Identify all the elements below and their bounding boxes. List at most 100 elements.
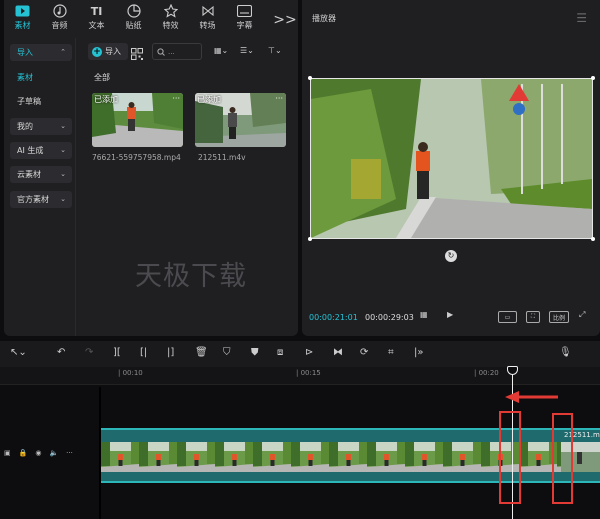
eye-icon[interactable]: ◉ xyxy=(35,449,41,457)
preview-frame-image xyxy=(311,79,592,238)
text-icon: TI xyxy=(90,4,103,18)
filmstrip-frame xyxy=(215,442,253,472)
mirror-icon[interactable]: ⧓ xyxy=(333,347,343,358)
play-circle-icon[interactable]: ⊳ xyxy=(305,347,313,358)
resize-handle[interactable] xyxy=(308,76,312,80)
view-mode-button[interactable]: ▦⌄ xyxy=(214,46,228,55)
sort-button[interactable]: ☰⌄ xyxy=(240,46,254,55)
filmstrip-frame xyxy=(443,442,481,472)
filter-button[interactable]: ⊤⌄ xyxy=(268,46,282,55)
chevron-up-icon: ⌃ xyxy=(60,48,66,56)
redo-icon[interactable]: ↷ xyxy=(85,347,93,358)
freeze-frame-icon[interactable]: ⧈ xyxy=(277,347,283,358)
plus-icon: + xyxy=(92,46,102,57)
shield-check-icon[interactable]: ⛉ xyxy=(223,347,231,358)
more-tools-icon[interactable]: |» xyxy=(414,347,424,358)
clip-filmstrip xyxy=(101,442,595,472)
sidebar-item-official[interactable]: 官方素材 ⌄ xyxy=(10,191,72,208)
red-arrow-annotation xyxy=(505,391,558,403)
transition-icon xyxy=(200,4,215,18)
expand-icon[interactable]: ⤢ xyxy=(579,310,585,320)
tab-media[interactable]: 素材 xyxy=(4,0,41,34)
menu-icon[interactable]: ☰ xyxy=(576,11,587,25)
sidebar-item-cloud[interactable]: 云素材 ⌄ xyxy=(10,166,72,183)
tabs-more-button[interactable]: >> xyxy=(273,0,297,34)
split-right-icon[interactable]: |] xyxy=(167,347,174,358)
filmstrip-frame xyxy=(405,442,443,472)
volume-icon[interactable]: 🔈 xyxy=(49,449,58,457)
app-root: 素材 音频 TI 文本 贴纸 特效 转场 字幕 >> 导入 ⌃ 素材 子草稿 我… xyxy=(0,0,600,519)
resize-handle[interactable] xyxy=(591,76,595,80)
ratio-button[interactable]: 比例 xyxy=(549,311,569,323)
tab-label: 转场 xyxy=(199,21,216,30)
fullscreen-focus-icon[interactable]: ⛶ xyxy=(526,311,540,323)
tab-label: 字幕 xyxy=(236,21,253,30)
sidebar-item-media[interactable]: 素材 xyxy=(10,69,72,86)
tab-text[interactable]: TI 文本 xyxy=(78,0,115,34)
undo-icon[interactable]: ↶ xyxy=(57,347,65,358)
sidebar-item-label: 我的 xyxy=(17,122,33,131)
rotate-icon[interactable]: ↻ xyxy=(445,250,457,262)
more-dots-icon[interactable]: ··· xyxy=(172,94,180,103)
media-thumbnail[interactable]: 已添加 ··· xyxy=(92,93,183,147)
filmstrip-frame xyxy=(291,442,329,472)
sidebar-item-draft[interactable]: 子草稿 xyxy=(10,93,72,110)
sidebar-item-mine[interactable]: 我的 ⌄ xyxy=(10,118,72,135)
resize-handle[interactable] xyxy=(591,237,595,241)
current-timecode: 00:00:21:01 xyxy=(309,313,358,322)
lock-icon[interactable]: 🔒 xyxy=(19,449,28,457)
split-left-icon[interactable]: [| xyxy=(140,347,147,358)
timeline-toolbar: ↖⌄ ↶ ↷ ][ [| |] 🗑 ⛉ ⛊ ⧈ ⊳ ⧓ ⟳ ⌗ |» 🎙 xyxy=(0,341,600,367)
select-cursor-icon[interactable]: ↖⌄ xyxy=(10,347,27,358)
quality-button[interactable]: ▭ xyxy=(498,311,517,323)
tab-label: 音频 xyxy=(51,21,68,30)
media-filename: 76621-559757958.mp4 xyxy=(92,153,181,162)
more-dots-icon[interactable]: ··· xyxy=(66,449,73,457)
filmstrip-frame xyxy=(329,442,367,472)
timeline-grid-icon[interactable]: ▦ xyxy=(420,310,428,319)
sidebar-item-label: 云素材 xyxy=(17,170,41,179)
shield-icon[interactable]: ⛊ xyxy=(251,347,259,358)
video-clip[interactable] xyxy=(101,428,595,483)
tab-audio[interactable]: 音频 xyxy=(41,0,78,34)
caption-icon xyxy=(237,4,252,18)
search-input[interactable]: ... xyxy=(152,43,202,60)
sidebar-item-ai[interactable]: AI 生成 ⌄ xyxy=(10,142,72,159)
media-icon xyxy=(15,4,30,18)
red-highlight-box xyxy=(552,413,573,504)
cover-icon[interactable]: ▣ xyxy=(4,449,11,457)
chevron-down-icon: ⌄ xyxy=(60,122,66,130)
rotate-icon[interactable]: ⟳ xyxy=(360,347,368,358)
tab-transition[interactable]: 转场 xyxy=(189,0,226,34)
delete-icon[interactable]: 🗑 xyxy=(195,347,208,358)
import-button[interactable]: + 导入 xyxy=(88,43,128,60)
tab-caption[interactable]: 字幕 xyxy=(226,0,263,34)
tab-label: 贴纸 xyxy=(125,21,142,30)
effects-icon xyxy=(163,4,178,18)
resize-handle[interactable] xyxy=(308,237,312,241)
chevron-down-icon: ⌄ xyxy=(60,195,66,203)
filmstrip-frame xyxy=(253,442,291,472)
video-preview[interactable] xyxy=(308,76,595,241)
filmstrip-frame xyxy=(367,442,405,472)
added-badge: 已添加 xyxy=(197,95,221,104)
tab-sticker[interactable]: 贴纸 xyxy=(115,0,152,34)
media-sidebar: 导入 ⌃ 素材 子草稿 我的 ⌄ AI 生成 ⌄ 云素材 ⌄ 官方素材 ⌄ xyxy=(4,38,76,336)
tab-effects[interactable]: 特效 xyxy=(152,0,189,34)
track-header: ▣ 🔒 ◉ 🔈 ··· xyxy=(4,449,73,457)
tab-label: 文本 xyxy=(88,21,105,30)
play-button[interactable]: ▶ xyxy=(447,310,453,319)
grid-view-icon: ▦⌄ xyxy=(214,46,229,55)
sidebar-item-import[interactable]: 导入 ⌃ xyxy=(10,44,72,61)
split-icon[interactable]: ][ xyxy=(113,347,121,358)
filmstrip-frame xyxy=(101,442,139,472)
more-dots-icon[interactable]: ··· xyxy=(275,94,283,103)
tab-label: 素材 xyxy=(14,21,31,30)
qr-code-icon[interactable] xyxy=(131,45,143,60)
chevron-down-icon: ⌄ xyxy=(60,146,66,154)
microphone-icon[interactable]: 🎙 xyxy=(559,347,572,358)
player-title: 播放器 xyxy=(312,14,336,23)
media-thumbnail[interactable]: 已添加 ··· xyxy=(195,93,286,147)
search-icon xyxy=(157,47,165,56)
crop-icon[interactable]: ⌗ xyxy=(388,347,394,358)
